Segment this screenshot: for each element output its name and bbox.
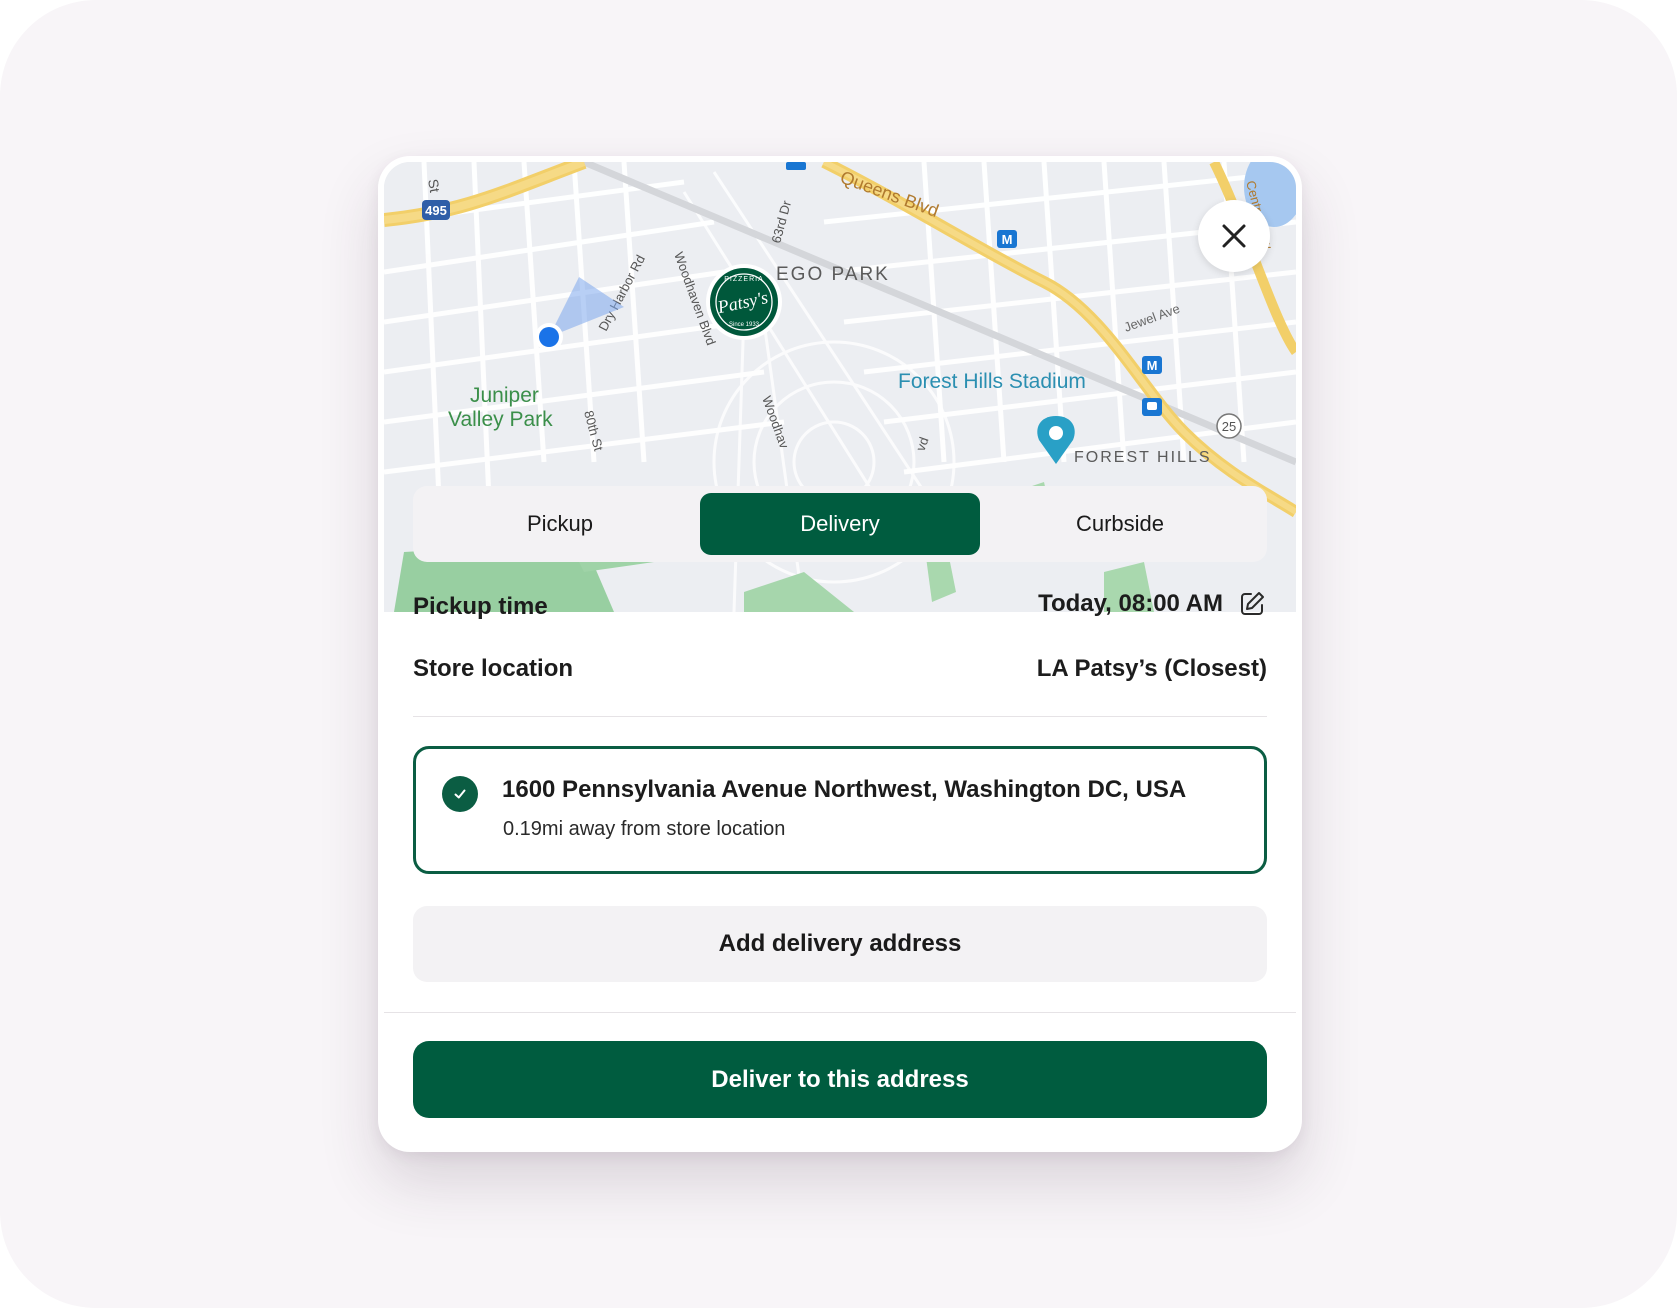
park-label-line2: Valley Park [448, 408, 553, 431]
close-icon [1220, 222, 1248, 250]
logo-top-text: PIZZERIA [724, 276, 764, 283]
store-logo-marker[interactable]: PIZZERIA Patsy's Since 1933 [706, 264, 782, 340]
footer-divider [384, 1012, 1296, 1013]
tab-delivery[interactable]: Delivery [700, 493, 980, 555]
background-stage: 495 St Queens Blvd EGO PARK Dry Harbor R… [0, 0, 1677, 1308]
train-marker[interactable] [1142, 398, 1162, 416]
check-icon [442, 776, 478, 812]
park-label-line1: Juniper [470, 384, 539, 407]
forest-hills-stadium-label: Forest Hills Stadium [898, 370, 1086, 393]
metro-marker[interactable] [786, 162, 806, 170]
forest-hills-label: FOREST HILLS [1074, 449, 1212, 466]
metro-label: M [1147, 358, 1158, 373]
details-divider [413, 716, 1267, 717]
store-location-label: Store location [413, 655, 574, 682]
address-title: 1600 Pennsylvania Avenue Northwest, Wash… [502, 776, 1187, 803]
edit-icon[interactable] [1237, 589, 1267, 619]
close-button[interactable] [1198, 200, 1270, 272]
metro-marker[interactable]: M [1142, 356, 1162, 374]
add-delivery-address-label: Add delivery address [718, 930, 962, 957]
ego-park-label: EGO PARK [776, 264, 890, 285]
tab-label: Pickup [526, 511, 594, 536]
deliver-to-address-button[interactable]: Deliver to this address [413, 1041, 1267, 1118]
metro-marker[interactable]: M [997, 230, 1017, 248]
tab-pickup[interactable]: Pickup [420, 493, 700, 555]
pickup-time-text: Today, 08:00 AM [1038, 590, 1223, 617]
deliver-to-address-label: Deliver to this address [711, 1065, 969, 1093]
route-25-label: 25 [1222, 419, 1236, 434]
metro-label: M [1002, 232, 1013, 247]
store-location-value: LA Patsy’s (Closest) [1036, 655, 1267, 682]
order-type-tabs: Pickup Delivery Curbside [413, 486, 1267, 562]
logo-bottom-text: Since 1933 [729, 322, 760, 328]
tab-label: Delivery [800, 511, 880, 536]
order-type-modal: 495 St Queens Blvd EGO PARK Dry Harbor R… [378, 156, 1302, 1152]
tab-label: Curbside [1075, 511, 1165, 536]
address-distance: 0.19mi away from store location [503, 818, 786, 840]
interstate-label: 495 [425, 203, 447, 218]
tab-curbside[interactable]: Curbside [980, 493, 1260, 555]
add-delivery-address-button[interactable]: Add delivery address [413, 906, 1267, 982]
pickup-time-value: Today, 08:00 AM [1038, 589, 1267, 619]
selected-address-card[interactable]: 1600 Pennsylvania Avenue Northwest, Wash… [413, 746, 1267, 874]
pickup-time-label: Pickup time [413, 593, 548, 620]
